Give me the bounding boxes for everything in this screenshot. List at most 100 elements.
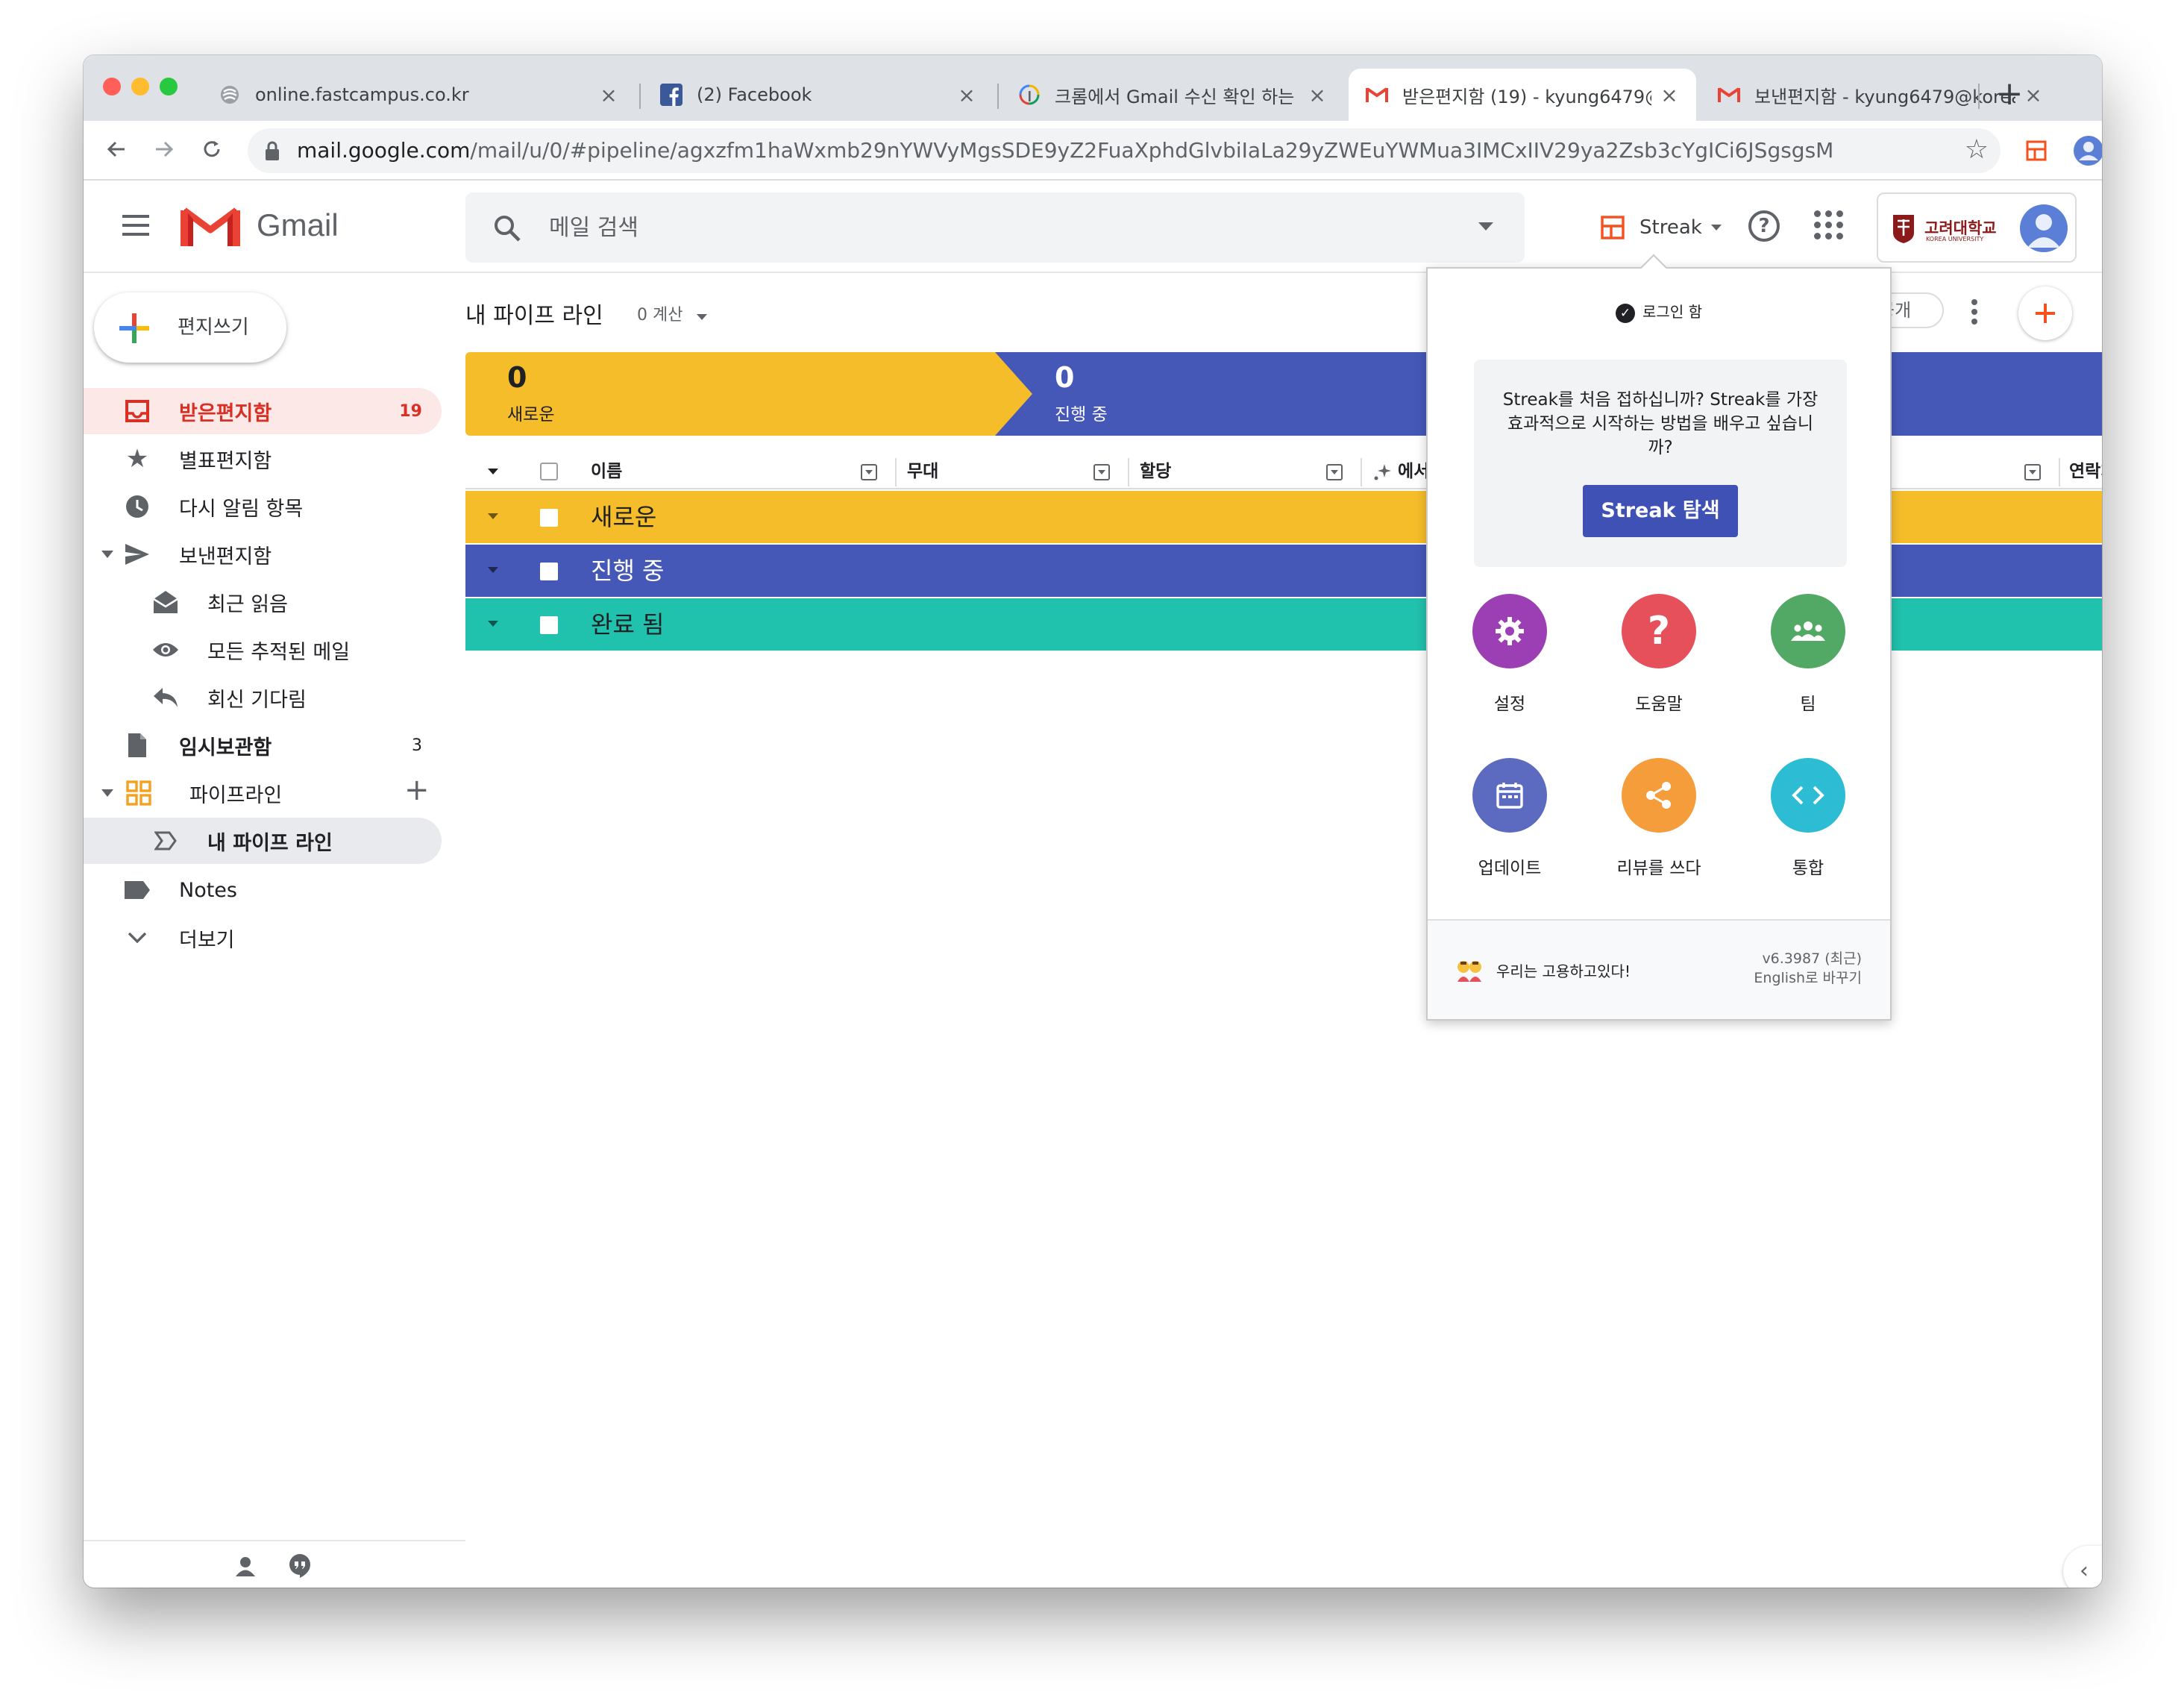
box-count-dropdown[interactable]: 0 계산 xyxy=(637,301,708,325)
column-divider[interactable] xyxy=(2059,458,2060,486)
column-divider[interactable] xyxy=(895,458,897,486)
column-filter-icon[interactable] xyxy=(2024,464,2041,480)
expand-caret-icon[interactable] xyxy=(101,551,113,558)
group-checkbox[interactable] xyxy=(540,509,558,527)
tab-inbox[interactable]: 받은편지함 (19) - kyung6479@ko × xyxy=(1349,69,1696,121)
column-filter-icon[interactable] xyxy=(1093,464,1110,480)
sidebar-item-recently-read[interactable]: 최근 읽음 xyxy=(84,579,442,625)
maximize-window-button[interactable] xyxy=(160,78,178,95)
stage-count: 0 xyxy=(507,361,527,394)
column-header-stage[interactable]: 무대 xyxy=(907,454,938,489)
tile-team[interactable]: 팀 xyxy=(1733,594,1883,743)
tab-title: online.fastcampus.co.kr xyxy=(255,84,469,105)
sidebar-item-more[interactable]: 더보기 xyxy=(84,915,442,961)
group-caret-icon[interactable] xyxy=(488,513,498,519)
streak-extension-icon[interactable] xyxy=(2015,130,2057,172)
chevron-down-icon xyxy=(122,923,152,953)
column-header-contacts[interactable]: 연락처 및 조직 xyxy=(2069,454,2102,489)
tab-article[interactable]: 크롬에서 Gmail 수신 확인 하는 방법 × xyxy=(1001,69,1344,121)
column-filter-icon[interactable] xyxy=(1326,464,1343,480)
add-box-button[interactable] xyxy=(2018,286,2072,340)
page-title: 내 파이프 라인 xyxy=(465,303,603,329)
avatar[interactable] xyxy=(2020,204,2068,252)
column-header-assigned[interactable]: 할당 xyxy=(1140,454,1171,489)
sidebar-item-tracked-mail[interactable]: 모든 추적된 메일 xyxy=(84,627,442,673)
collapse-all-caret-icon[interactable] xyxy=(488,469,498,474)
search-options-caret-icon[interactable] xyxy=(1478,222,1493,231)
tab-facebook[interactable]: (2) Facebook × xyxy=(643,69,994,121)
tile-updates[interactable]: 업데이트 xyxy=(1435,758,1584,907)
sidebar-item-inbox[interactable]: 받은편지함 19 xyxy=(84,388,442,434)
hiring-link[interactable]: 우리는 고용하고있다! xyxy=(1496,959,1631,981)
account-switcher[interactable]: 고려대학교 KOREA UNIVERSITY xyxy=(1877,192,2077,263)
tab-fastcampus[interactable]: online.fastcampus.co.kr × xyxy=(201,69,636,121)
bookmark-star-icon[interactable]: ☆ xyxy=(1965,134,1989,165)
column-filter-icon[interactable] xyxy=(861,464,877,480)
main-menu-icon[interactable] xyxy=(122,215,149,242)
streak-menu-button[interactable]: Streak xyxy=(1601,207,1722,248)
sidebar-item-label: 내 파이프 라인 xyxy=(207,831,333,855)
tile-write-review[interactable]: 리뷰를 쓰다 xyxy=(1584,758,1733,907)
sidebar-item-pipelines[interactable]: 파이프라인 + xyxy=(84,770,442,816)
language-switch-link[interactable]: English로 바꾸기 xyxy=(1754,968,1862,988)
explore-streak-button[interactable]: Streak 탐색 xyxy=(1583,485,1738,537)
column-header-name[interactable]: 이름 xyxy=(591,454,622,489)
sidebar-item-my-pipeline[interactable]: 내 파이프 라인 xyxy=(84,818,442,864)
intro-card: Streak를 처음 접하십니까? Streak를 가장 효과적으로 시작하는 … xyxy=(1474,360,1847,567)
contacts-icon[interactable] xyxy=(234,1555,257,1577)
collapse-side-panel-button[interactable]: ‹ xyxy=(2063,1546,2102,1588)
sidebar-item-snoozed[interactable]: 다시 알림 항목 xyxy=(84,483,442,530)
lock-icon xyxy=(266,141,279,160)
version-text: v6.3987 (최근) xyxy=(1762,950,1862,967)
label-icon xyxy=(122,875,152,905)
add-pipeline-icon[interactable]: + xyxy=(404,773,430,807)
sidebar-item-awaiting-reply[interactable]: 회신 기다림 xyxy=(84,674,442,721)
close-icon[interactable]: × xyxy=(1307,83,1328,107)
search-icon[interactable] xyxy=(492,213,522,243)
mail-search-input[interactable] xyxy=(549,192,1444,263)
draft-icon xyxy=(122,730,152,760)
tile-settings[interactable]: 설정 xyxy=(1435,594,1584,743)
forward-button[interactable] xyxy=(143,130,185,172)
new-tab-button[interactable]: + xyxy=(1989,75,2030,116)
arrow-right-icon xyxy=(156,141,174,157)
sidebar-item-drafts[interactable]: 임시보관함 3 xyxy=(84,722,442,768)
tile-integrations[interactable]: 통합 xyxy=(1733,758,1883,907)
sidebar-item-starred[interactable]: ★ 별표편지함 xyxy=(84,436,442,482)
hangouts-icon[interactable] xyxy=(288,1553,312,1579)
close-icon[interactable]: × xyxy=(1659,83,1680,107)
address-bar[interactable]: mail.google.com/mail/u/0/#pipeline/agxzf… xyxy=(248,128,2001,173)
profile-avatar-icon[interactable] xyxy=(2068,130,2102,172)
close-window-button[interactable] xyxy=(103,78,121,95)
clock-icon xyxy=(122,492,152,521)
chevron-left-icon: ‹ xyxy=(2080,1558,2089,1584)
column-divider[interactable] xyxy=(1128,458,1129,486)
more-options-icon[interactable] xyxy=(1971,298,1978,325)
apps-grid-icon[interactable] xyxy=(1814,210,1844,240)
group-caret-icon[interactable] xyxy=(488,621,498,627)
sidebar-item-label: 최근 읽음 xyxy=(207,592,288,616)
back-button[interactable] xyxy=(95,130,137,172)
group-checkbox[interactable] xyxy=(540,563,558,580)
sparkle-icon xyxy=(1374,464,1391,480)
column-divider[interactable] xyxy=(1361,458,1362,486)
close-icon[interactable]: × xyxy=(598,83,619,107)
stage-new[interactable]: 0 새로운 xyxy=(465,352,1032,436)
close-icon[interactable]: × xyxy=(956,83,977,107)
group-checkbox[interactable] xyxy=(540,616,558,634)
select-all-checkbox[interactable] xyxy=(540,463,558,480)
tile-help[interactable]: ? 도움말 xyxy=(1584,594,1733,743)
sidebar-item-sent[interactable]: 보낸편지함 xyxy=(84,531,442,577)
help-icon[interactable]: ? xyxy=(1748,210,1780,242)
login-status: ✓ 로그인 함 xyxy=(1428,300,1890,323)
group-caret-icon[interactable] xyxy=(488,567,498,573)
reload-button[interactable] xyxy=(191,130,233,172)
expand-caret-icon[interactable] xyxy=(101,789,113,797)
gmail-logo xyxy=(181,207,240,246)
mail-search-bar xyxy=(465,192,1525,263)
minimize-window-button[interactable] xyxy=(131,78,149,95)
sidebar-item-label: 보낸편지함 xyxy=(179,545,272,568)
sidebar-item-notes[interactable]: Notes xyxy=(84,867,442,913)
compose-button[interactable]: 편지쓰기 xyxy=(94,292,286,363)
tab-title: 받은편지함 (19) - kyung6479@ko xyxy=(1402,86,1651,107)
